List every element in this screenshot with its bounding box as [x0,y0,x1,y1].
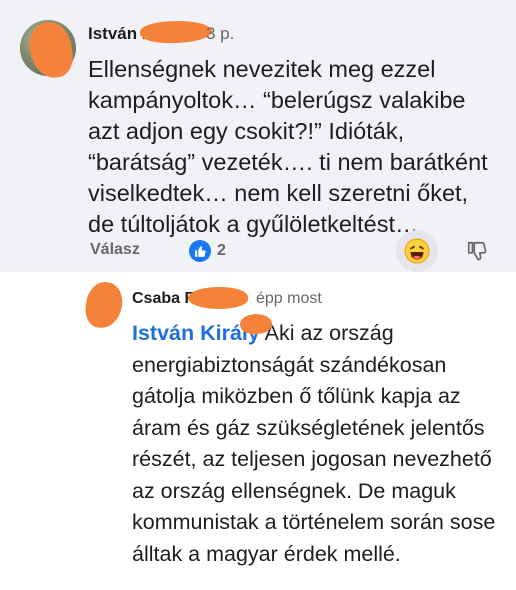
comment-text: Ellenségnek nevezitek meg ezzel kampányo… [88,56,488,237]
avatar[interactable] [83,280,125,330]
comment-author[interactable]: Csaba F [132,290,194,308]
comment-parent: István K 3 p. Ellenségnek nevezitek meg … [0,0,516,272]
thumbs-up-icon[interactable] [189,240,211,262]
comment-body: Aki az ország energiabiztonságát szándék… [132,321,496,566]
redaction-mark [139,19,213,45]
dislike-button[interactable] [462,236,492,266]
redaction-mark [187,285,249,311]
reply-button[interactable]: Válasz [90,241,140,259]
comment-reply: Csaba F épp most István Király Aki az or… [0,272,516,590]
reaction-count[interactable]: 2 [217,242,226,260]
laughing-emoji-icon [404,238,430,264]
comment-text: István Király Aki az ország energiabizto… [132,318,502,570]
haha-reaction-button[interactable] [396,230,438,272]
thumbs-down-icon [467,241,487,261]
comment-timestamp[interactable]: épp most [256,290,322,308]
comment-timestamp[interactable]: 3 p. [206,24,234,44]
